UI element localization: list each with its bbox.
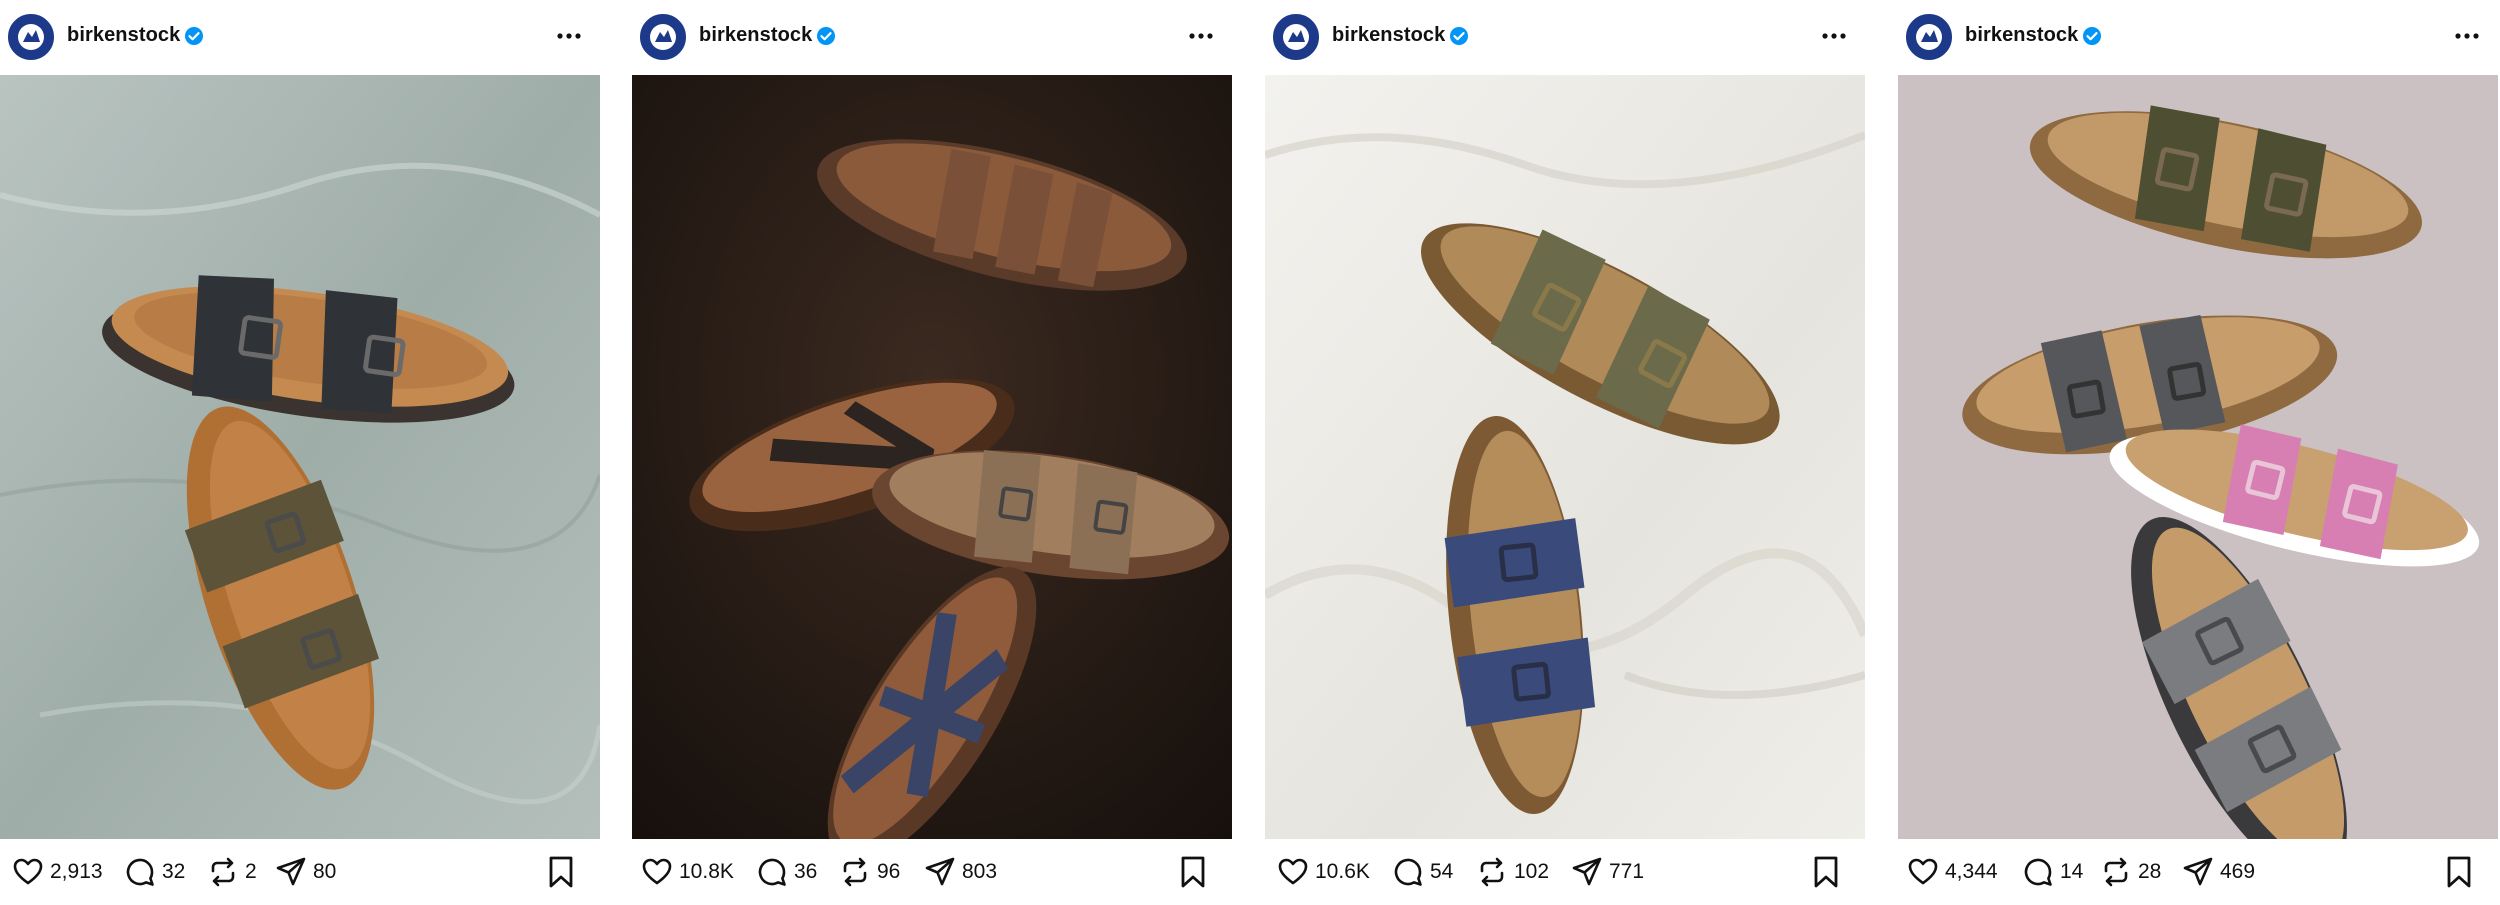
repost-button[interactable]: 96 [839, 854, 900, 890]
share-count: 80 [313, 860, 337, 883]
sandals-on-sand-photo [1265, 75, 1865, 839]
post-card: birkenstock [0, 0, 600, 905]
post-card: birkenstock [632, 0, 1232, 905]
repost-count: 96 [877, 860, 901, 883]
more-options-icon[interactable] [554, 22, 584, 50]
send-icon [276, 857, 306, 886]
like-button[interactable]: 10.8K [641, 854, 734, 890]
like-count: 2,913 [50, 860, 103, 883]
repost-count: 102 [1514, 860, 1550, 883]
repost-count: 2 [245, 860, 257, 883]
username[interactable]: birkenstock [67, 24, 180, 47]
heart-icon [1278, 858, 1308, 885]
bookmark-icon[interactable] [1178, 855, 1208, 889]
sandals-on-dark-background-photo [632, 75, 1232, 839]
comment-button[interactable]: 54 [1392, 854, 1453, 890]
post-header: birkenstock [0, 0, 600, 75]
heart-icon [1908, 858, 1938, 885]
repost-count: 28 [2138, 860, 2162, 883]
sandals-on-stone-photo [0, 75, 600, 839]
post-feed: birkenstock 2,913 32 2 80 birkenstock 10… [0, 0, 2500, 905]
comment-icon [758, 858, 786, 886]
comment-icon [2024, 858, 2052, 886]
comment-button[interactable]: 36 [756, 854, 817, 890]
send-icon [2183, 857, 2213, 886]
verified-badge-icon [817, 27, 835, 45]
post-image[interactable] [1265, 75, 1865, 839]
avatar[interactable] [8, 14, 54, 60]
post-actions: 4,344 14 28 469 [1898, 839, 2498, 905]
post-card: birkenstock [1898, 0, 2498, 905]
heart-icon [13, 858, 43, 885]
comment-button[interactable]: 32 [124, 854, 185, 890]
repost-icon [843, 857, 867, 887]
avatar[interactable] [1273, 14, 1319, 60]
more-options-icon[interactable] [1186, 22, 1216, 50]
send-icon [925, 857, 955, 886]
post-actions: 10.8K 36 96 803 [632, 839, 1232, 905]
like-count: 10.8K [679, 860, 734, 883]
share-count: 469 [2220, 860, 2256, 883]
post-header: birkenstock [1898, 0, 2498, 75]
sandals-on-mauve-background-photo [1898, 75, 2498, 839]
comment-count: 14 [2060, 860, 2084, 883]
like-count: 10.6K [1315, 860, 1370, 883]
post-image[interactable] [0, 75, 600, 839]
verified-badge-icon [1450, 27, 1468, 45]
like-button[interactable]: 10.6K [1277, 854, 1370, 890]
like-button[interactable]: 2,913 [12, 854, 103, 890]
bookmark-icon[interactable] [1811, 855, 1841, 889]
share-button[interactable]: 771 [1571, 854, 1644, 890]
repost-button[interactable]: 102 [1476, 854, 1549, 890]
post-actions: 10.6K 54 102 771 [1265, 839, 1865, 905]
comment-icon [126, 858, 154, 886]
share-button[interactable]: 469 [2182, 854, 2255, 890]
comment-count: 54 [1430, 860, 1454, 883]
comment-button[interactable]: 14 [2022, 854, 2083, 890]
username[interactable]: birkenstock [1965, 24, 2078, 47]
repost-button[interactable]: 28 [2100, 854, 2161, 890]
verified-badge-icon [185, 27, 203, 45]
repost-icon [211, 857, 235, 887]
share-button[interactable]: 80 [275, 854, 336, 890]
avatar[interactable] [640, 14, 686, 60]
post-image[interactable] [1898, 75, 2498, 839]
repost-icon [2104, 857, 2128, 887]
comment-icon [1394, 858, 1422, 886]
comment-count: 36 [794, 860, 818, 883]
send-icon [1572, 857, 1602, 886]
share-button[interactable]: 803 [924, 854, 997, 890]
verified-badge-icon [2083, 27, 2101, 45]
more-options-icon[interactable] [1819, 22, 1849, 50]
bookmark-icon[interactable] [546, 855, 576, 889]
post-header: birkenstock [1265, 0, 1865, 75]
like-count: 4,344 [1945, 860, 1998, 883]
share-count: 771 [1609, 860, 1645, 883]
repost-icon [1480, 857, 1504, 887]
username[interactable]: birkenstock [699, 24, 812, 47]
post-actions: 2,913 32 2 80 [0, 839, 600, 905]
username[interactable]: birkenstock [1332, 24, 1445, 47]
repost-button[interactable]: 2 [207, 854, 257, 890]
post-card: birkenstock [1265, 0, 1865, 905]
bookmark-icon[interactable] [2444, 855, 2474, 889]
like-button[interactable]: 4,344 [1907, 854, 1998, 890]
post-header: birkenstock [632, 0, 1232, 75]
avatar[interactable] [1906, 14, 1952, 60]
post-image[interactable] [632, 75, 1232, 839]
share-count: 803 [962, 860, 998, 883]
more-options-icon[interactable] [2452, 22, 2482, 50]
heart-icon [642, 858, 672, 885]
comment-count: 32 [162, 860, 186, 883]
